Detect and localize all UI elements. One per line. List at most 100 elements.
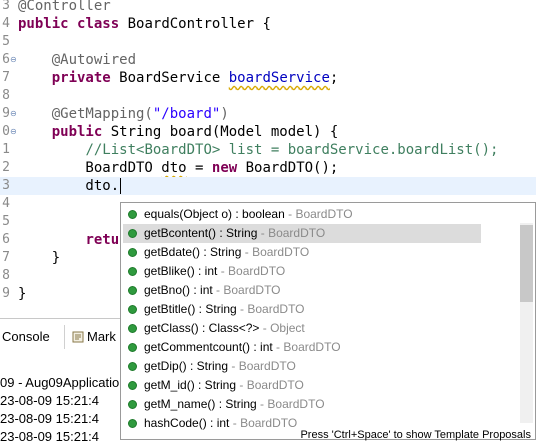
code-line[interactable]: 0 ⊖ public String board(Model model) { (0, 123, 536, 141)
completion-signature: getCommentcount() : int (144, 340, 273, 354)
code-line[interactable]: 4 public class BoardController { (0, 15, 536, 33)
code-token: "/board" (152, 106, 221, 122)
line-number: 6 (2, 52, 10, 67)
completion-item[interactable]: getClass() : Class<?> - Object (123, 319, 481, 338)
completion-item[interactable]: hashCode() : int - BoardDTO (123, 414, 481, 433)
completion-item[interactable]: getM_name() : String - BoardDTO (123, 395, 481, 414)
code-token: ; (329, 70, 339, 86)
public-method-icon (128, 419, 137, 428)
completion-item[interactable]: getBno() : int - BoardDTO (123, 281, 481, 300)
completion-declaring-class: BoardDTO (228, 264, 286, 278)
autocomplete-popup[interactable]: Press 'Ctrl+Space' to show Template Prop… (120, 202, 536, 441)
completion-item[interactable]: getM_id() : String - BoardDTO (123, 376, 481, 395)
completion-text: getM_id() : String - BoardDTO (144, 376, 304, 395)
code-line[interactable]: 5 (0, 33, 536, 51)
completion-text: getBcontent() : String - BoardDTO (144, 224, 325, 243)
public-method-icon (128, 305, 137, 314)
line-number: 1 (2, 142, 10, 157)
code-token: dto (161, 160, 187, 176)
line-number: 7 (2, 70, 10, 85)
completion-signature: getBdate() : String (144, 245, 242, 259)
console-log-line: 23-08-09 15:21:4 (0, 393, 100, 408)
tab-console[interactable]: Console (2, 329, 50, 344)
code-token: class (77, 16, 120, 32)
completion-text: getDip() : String - BoardDTO (144, 357, 296, 376)
public-method-icon (128, 210, 137, 219)
fold-toggle-icon[interactable]: ⊖ (10, 128, 18, 136)
public-method-icon (128, 229, 137, 238)
completion-item[interactable]: getDip() : String - BoardDTO (123, 357, 481, 376)
fold-toggle-icon[interactable]: ⊖ (10, 56, 18, 64)
completion-declaring-class: Object (270, 321, 305, 335)
code-token: @Autowired (51, 52, 137, 68)
completion-item[interactable]: getCommentcount() : int - BoardDTO (123, 338, 481, 357)
completion-declaring-class: BoardDTO (283, 340, 341, 354)
line-number: 0 (2, 124, 10, 139)
code-token: @Controller (18, 0, 111, 14)
completion-separator: - (217, 264, 229, 278)
completion-separator: - (229, 416, 241, 430)
line-number: 8 (2, 88, 10, 103)
console-header: 09 - Aug09Application (0, 375, 127, 390)
code-token: } (18, 286, 27, 302)
code-line[interactable]: 8 (0, 87, 536, 105)
code-token: new (211, 160, 238, 176)
public-method-icon (128, 286, 137, 295)
tab-divider (64, 325, 65, 349)
completion-item[interactable]: equals(Object o) : boolean - BoardDTO (123, 205, 481, 224)
code-line[interactable]: 1 //List<BoardDTO> list = boardService.b… (0, 141, 536, 159)
code-text: } (18, 285, 26, 303)
completion-text: hashCode() : int - BoardDTO (144, 414, 297, 433)
code-token: public (51, 124, 103, 140)
completion-declaring-class: BoardDTO (240, 416, 298, 430)
code-token: @GetMapping( (51, 106, 153, 122)
tab-markers[interactable]: Mark (72, 329, 116, 344)
code-line[interactable]: 3 @Controller (0, 0, 536, 15)
completion-text: getBtitle() : String - BoardDTO (144, 300, 305, 319)
code-line[interactable]: 3 dto. (0, 177, 536, 195)
code-line[interactable]: 9 ⊖ @GetMapping("/board") (0, 105, 536, 123)
code-text: dto. (18, 177, 122, 195)
code-token: BoardController { (119, 16, 271, 32)
completion-declaring-class: BoardDTO (246, 378, 304, 392)
code-line[interactable]: 7 private BoardService boardService; (0, 69, 536, 87)
completion-signature: equals(Object o) : boolean (144, 207, 285, 221)
line-number: 9 (2, 286, 10, 301)
markers-icon (72, 331, 84, 343)
completion-item[interactable]: getBdate() : String - BoardDTO (123, 243, 481, 262)
completion-declaring-class: BoardDTO (252, 245, 310, 259)
code-token: = (186, 160, 212, 176)
completion-item[interactable]: getBcontent() : String - BoardDTO (123, 224, 481, 243)
code-line[interactable]: 2 BoardDTO dto = new BoardDTO(); (0, 159, 536, 177)
code-text: //List<BoardDTO> list = boardService.boa… (18, 141, 498, 159)
completion-separator: - (236, 378, 247, 392)
code-text: @Autowired (18, 51, 136, 69)
text-caret (120, 178, 122, 194)
public-method-icon (128, 362, 137, 371)
completion-item[interactable]: getBlike() : int - BoardDTO (123, 262, 481, 281)
code-text: private BoardService boardService; (18, 69, 339, 87)
completion-signature: getDip() : String (144, 359, 229, 373)
public-method-icon (128, 324, 137, 333)
popup-scrollbar-thumb[interactable] (520, 225, 533, 302)
code-token: dto. (18, 178, 120, 194)
code-token: } (18, 250, 61, 266)
markers-tab-label: Mark (87, 329, 116, 344)
code-text: BoardDTO dto = new BoardDTO(); (18, 159, 338, 177)
line-number: 2 (2, 160, 10, 175)
code-line[interactable]: 6 ⊖ @Autowired (0, 51, 536, 69)
public-method-icon (128, 267, 137, 276)
completion-text: equals(Object o) : boolean - BoardDTO (144, 205, 353, 224)
completion-item[interactable]: getBtitle() : String - BoardDTO (123, 300, 481, 319)
fold-toggle-icon[interactable]: ⊖ (10, 110, 18, 118)
code-token: //List<BoardDTO> list = boardService.boa… (85, 142, 499, 158)
public-method-icon (128, 343, 137, 352)
code-token: private (51, 70, 111, 86)
completion-declaring-class: BoardDTO (238, 359, 296, 373)
code-text: @GetMapping("/board") (18, 105, 229, 123)
code-token: String board(Model model) { (102, 124, 339, 140)
